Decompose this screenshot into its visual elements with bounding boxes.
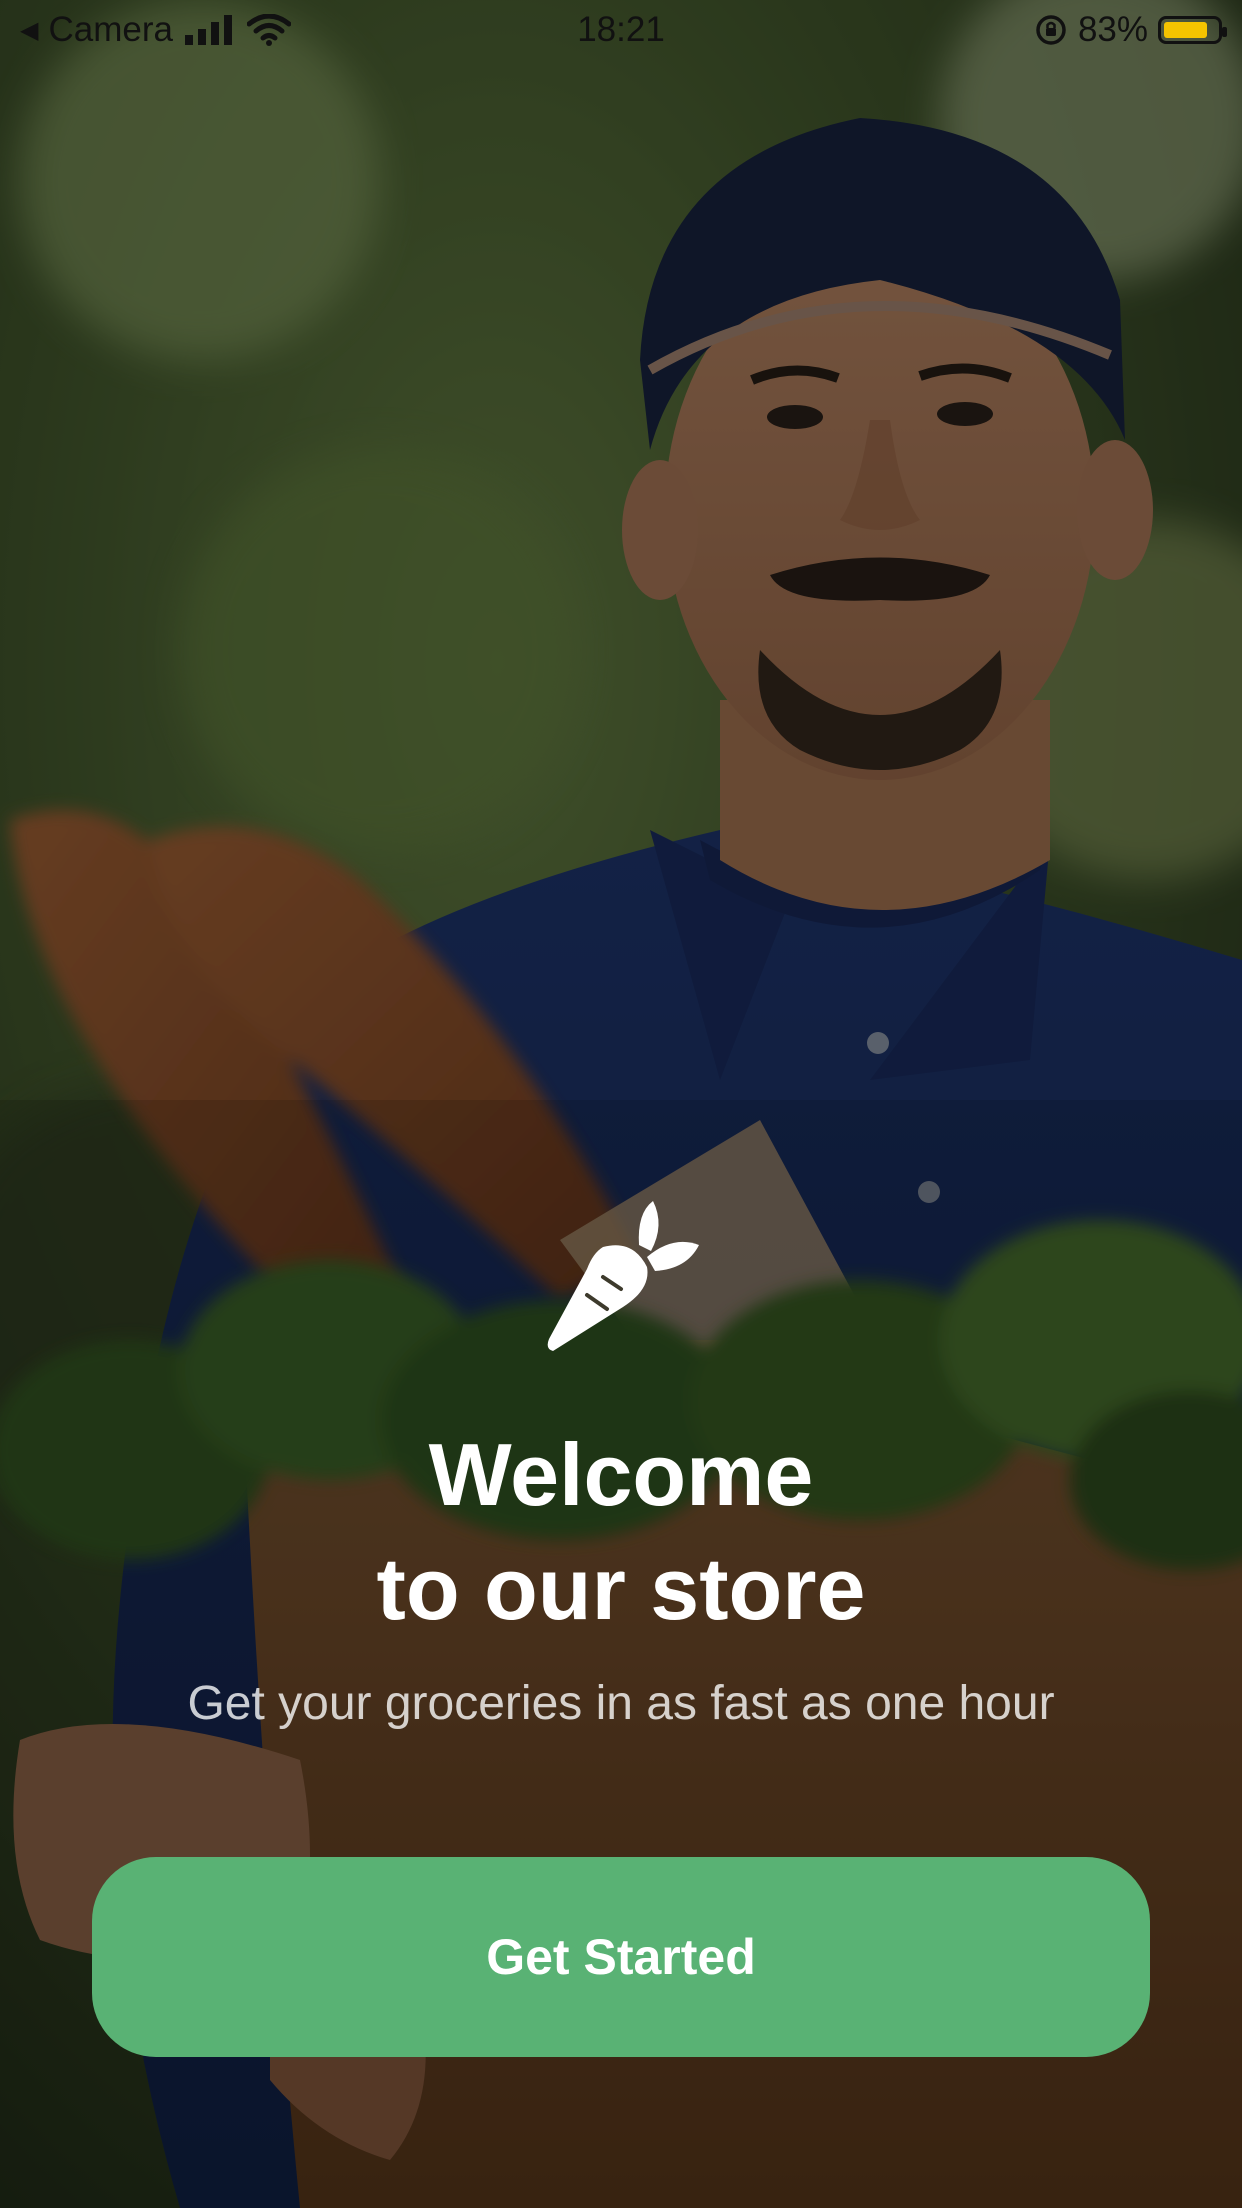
battery-level-fill <box>1164 22 1207 38</box>
orientation-lock-icon <box>1036 15 1066 45</box>
battery-percent: 83% <box>1077 10 1148 49</box>
get-started-button[interactable]: Get Started <box>92 1857 1150 2057</box>
carrot-icon <box>547 1201 699 1351</box>
status-right: 83% <box>1034 10 1227 50</box>
welcome-title: Welcome to our store <box>0 1418 1242 1646</box>
onboarding-screen: ◀ Camera 18:21 83% Welcome to our store … <box>0 0 1242 2208</box>
battery-icon <box>1158 16 1227 44</box>
title-line-1: Welcome <box>428 1425 814 1524</box>
status-bar: ◀ Camera 18:21 83% <box>0 0 1242 60</box>
welcome-subtitle: Get your groceries in as fast as one hou… <box>187 1677 1055 1730</box>
title-line-2: to our store <box>376 1539 866 1638</box>
